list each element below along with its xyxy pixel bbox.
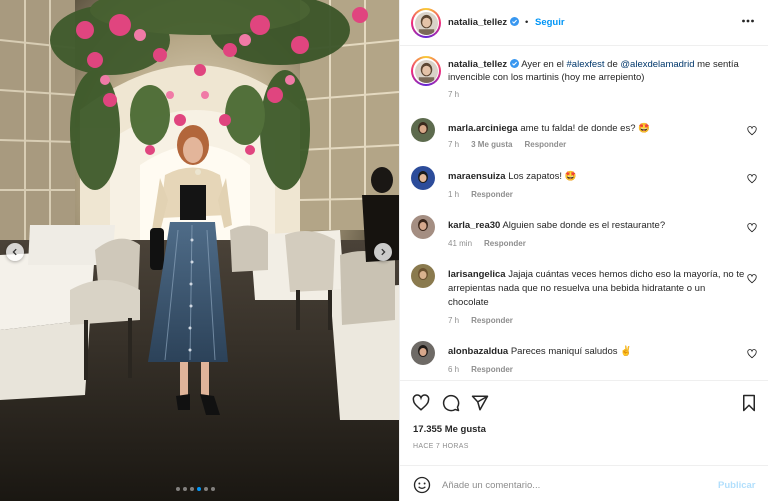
follow-button[interactable]: Seguir — [535, 17, 565, 28]
comment-body: ame tu falda! de donde es? 🤩 — [520, 123, 650, 134]
commenter-avatar[interactable] — [411, 215, 435, 239]
verified-icon — [510, 59, 520, 68]
comment-text: larisangelica Jajaja cuántas veces hemos… — [448, 268, 748, 310]
restaurant-photo-image — [0, 0, 399, 501]
comment-text: marla.arciniega ame tu falda! de donde e… — [448, 122, 748, 136]
comment-text: alonbazaldua Pareces maniquí saludos ✌️ — [448, 345, 748, 359]
carousel-dot[interactable] — [211, 487, 215, 491]
comment-time[interactable]: 7 h — [448, 140, 459, 149]
caption-mid: de — [604, 59, 621, 70]
caption-text: natalia_tellez Ayer en el #alexfest de @… — [448, 58, 758, 84]
comment-heart-icon[interactable] — [747, 274, 757, 284]
commenter-avatar[interactable] — [411, 118, 435, 142]
comment-heart-icon[interactable] — [747, 126, 757, 136]
comment-likes[interactable]: 3 Me gusta — [471, 140, 512, 149]
comment-username[interactable]: alonbazaldua — [448, 346, 508, 357]
chevron-right-icon — [381, 248, 386, 256]
verified-icon — [510, 17, 520, 26]
comment-time[interactable]: 6 h — [448, 365, 459, 374]
carousel-dot[interactable] — [183, 487, 187, 491]
comment-username[interactable]: maraensuiza — [448, 171, 506, 182]
comment-body: Alguien sabe donde es el restaurante? — [502, 220, 666, 231]
author-username[interactable]: natalia_tellez — [448, 17, 520, 28]
comment-heart-icon[interactable] — [747, 223, 757, 233]
comment-heart-icon[interactable] — [747, 174, 757, 184]
caption-hashtag-link[interactable]: #alexfest — [567, 59, 605, 70]
commenter-avatar[interactable] — [411, 264, 435, 288]
bookmark-icon[interactable] — [740, 394, 758, 412]
comment-time[interactable]: 1 h — [448, 190, 459, 199]
post-photo — [0, 0, 399, 501]
avatar-image — [414, 59, 438, 83]
comment-body: Pareces maniquí saludos ✌️ — [510, 346, 632, 357]
comment-meta: 7 h Responder — [448, 316, 513, 325]
comment-body: Los zapatos! 🤩 — [508, 171, 577, 182]
comment-time[interactable]: 41 min — [448, 239, 472, 248]
commenter-avatar[interactable] — [411, 341, 435, 365]
comment-username[interactable]: marla.arciniega — [448, 123, 518, 134]
reply-button[interactable]: Responder — [471, 190, 513, 199]
post-actions: 17.355 Me gusta HACE 7 HORAS Publicar — [400, 380, 768, 501]
caption-username[interactable]: natalia_tellez — [448, 59, 507, 70]
carousel-dot[interactable] — [176, 487, 180, 491]
comment-text: maraensuiza Los zapatos! 🤩 — [448, 170, 748, 184]
carousel-dot[interactable] — [190, 487, 194, 491]
carousel-dot-active[interactable] — [197, 487, 201, 491]
comment-username[interactable]: karla_rea30 — [448, 220, 500, 231]
likes-count[interactable]: 17.355 Me gusta — [413, 424, 486, 435]
comment-heart-icon[interactable] — [747, 349, 757, 359]
header-separator: • — [525, 17, 529, 28]
author-avatar[interactable] — [411, 8, 441, 38]
avatar-image — [414, 11, 438, 35]
comment-meta: 41 min Responder — [448, 239, 526, 248]
instagram-post-modal: natalia_tellez • Seguir natalia_tellez A… — [0, 0, 768, 501]
heart-icon[interactable] — [412, 394, 430, 412]
comment-text: karla_rea30 Alguien sabe donde es el res… — [448, 219, 748, 233]
reply-button[interactable]: Responder — [524, 140, 566, 149]
post-header: natalia_tellez • Seguir — [400, 0, 768, 46]
more-options-icon[interactable] — [741, 14, 755, 28]
comment-meta: 6 h Responder — [448, 365, 513, 374]
reply-button[interactable]: Responder — [471, 365, 513, 374]
previous-slide-button[interactable] — [6, 243, 24, 261]
carousel-indicator — [176, 487, 215, 491]
comment-meta: 1 h Responder — [448, 190, 513, 199]
carousel-dot[interactable] — [204, 487, 208, 491]
comment-time[interactable]: 7 h — [448, 316, 459, 325]
caption-timestamp[interactable]: 7 h — [448, 90, 459, 99]
comment-input[interactable] — [442, 475, 702, 495]
add-comment-bar: Publicar — [400, 465, 768, 501]
comment-meta: 7 h 3 Me gusta Responder — [448, 140, 566, 149]
post-date[interactable]: HACE 7 HORAS — [413, 443, 469, 450]
reply-button[interactable]: Responder — [484, 239, 526, 248]
chevron-left-icon — [12, 248, 17, 256]
caption-avatar[interactable] — [411, 56, 441, 86]
caption-mention-link[interactable]: @alexdelamadrid — [620, 59, 694, 70]
emoji-icon[interactable] — [413, 476, 431, 494]
comment-username[interactable]: larisangelica — [448, 269, 506, 280]
reply-button[interactable]: Responder — [471, 316, 513, 325]
publish-button[interactable]: Publicar — [718, 480, 756, 491]
share-icon[interactable] — [471, 394, 489, 412]
caption-prefix: Ayer en el — [521, 59, 567, 70]
commenter-avatar[interactable] — [411, 166, 435, 190]
comment-icon[interactable] — [442, 394, 460, 412]
post-details-panel: natalia_tellez • Seguir natalia_tellez A… — [399, 0, 768, 501]
next-slide-button[interactable] — [374, 243, 392, 261]
